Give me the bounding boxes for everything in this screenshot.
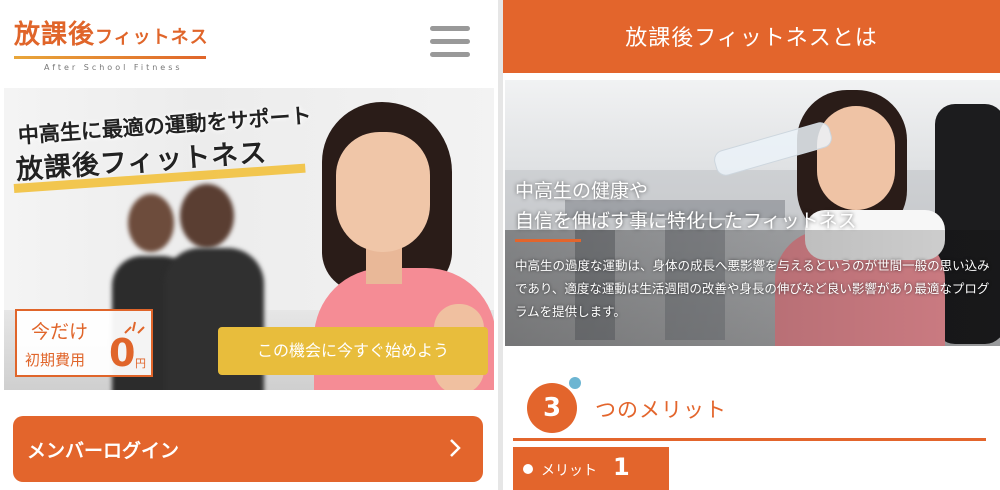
about-hero-image: 中高生の健康や 自信を伸ばす事に特化したフィットネス 中高生の過度な運動は、身体… (505, 80, 1000, 346)
merit-count-badge: 3 (527, 383, 577, 433)
site-header: 放課後フィットネス After School Fitness (0, 0, 498, 84)
about-screen: 放課後フィットネスとは 中高生の健康や 自信を伸ばす事に特化したフィットネス 中… (503, 0, 1000, 490)
home-screen: 放課後フィットネス After School Fitness 中高生に最適の運動… (0, 0, 498, 490)
merit-1-tab: メリット 1 (513, 447, 669, 490)
member-login-button[interactable]: メンバーログイン (13, 416, 483, 482)
logo-sub-text: フィットネス (95, 27, 209, 48)
about-description: 中高生の過度な運動は、身体の成長へ悪影響を与えるというのが世間一般の思い込みであ… (515, 258, 990, 319)
about-heading-line1: 中高生の健康や (515, 180, 649, 202)
promo-line1: 今だけ (31, 321, 89, 343)
start-now-button[interactable]: この機会に今すぐ始めよう (218, 327, 488, 375)
logo-underline (14, 56, 206, 59)
promo-unit: 円 (135, 357, 146, 370)
merit-tab-number: 1 (613, 453, 630, 481)
merit-divider (513, 438, 986, 441)
about-heading-line2: 自信を伸ばす事に特化したフィットネス (515, 210, 857, 232)
promo-line2: 初期費用 (25, 351, 86, 369)
merit-section-title: つのメリット (595, 398, 727, 422)
about-heading-underline (515, 239, 581, 242)
screenshot-pair: 放課後フィットネス After School Fitness 中高生に最適の運動… (0, 0, 1000, 490)
logo-tagline: After School Fitness (44, 63, 183, 72)
logo[interactable]: 放課後フィットネス After School Fitness (14, 18, 209, 72)
about-photo-girl (817, 106, 895, 210)
hamburger-menu-icon[interactable] (430, 26, 470, 60)
promo-badge: 今だけ 初期費用 0 円 (15, 309, 153, 377)
logo-main-text: 放課後 (14, 20, 96, 50)
member-login-label: メンバーログイン (27, 440, 180, 462)
about-title: 放課後フィットネスとは (625, 26, 878, 51)
about-header: 放課後フィットネスとは (503, 0, 1000, 73)
decorative-dot (569, 377, 581, 389)
chevron-right-icon (450, 439, 461, 457)
merit-tab-label: メリット (541, 463, 597, 479)
bullet-icon (523, 464, 533, 474)
promo-price: 0 (109, 331, 136, 375)
hero-photo-girl (336, 132, 430, 252)
